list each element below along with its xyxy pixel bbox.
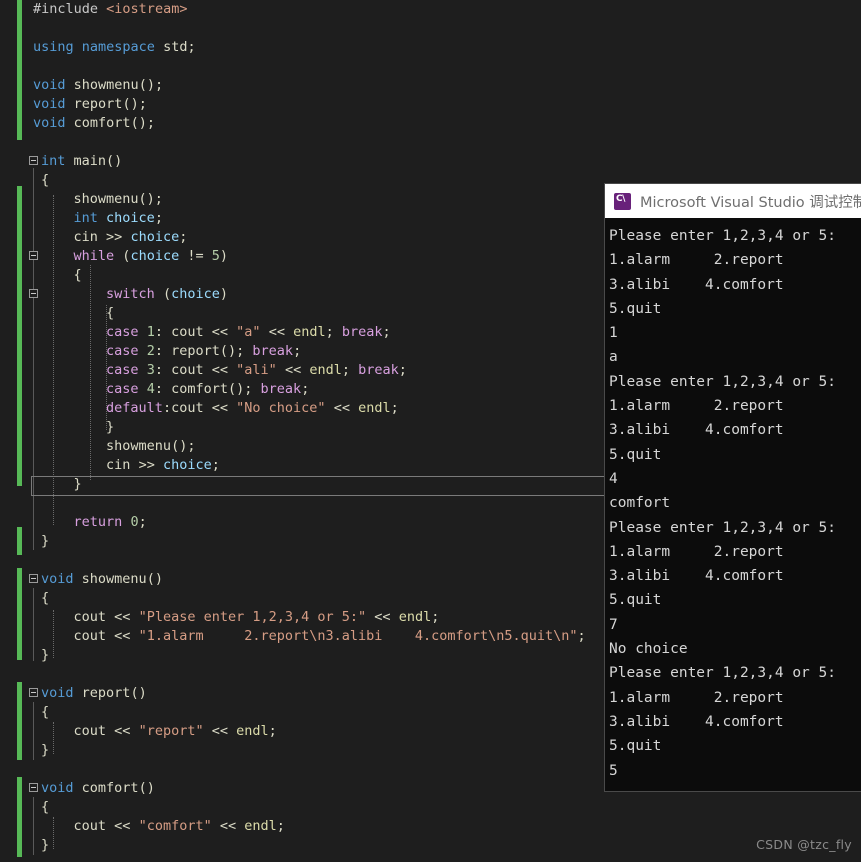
code-line[interactable]: case 3: cout << "ali" << endl; break; <box>41 361 407 380</box>
code-line[interactable]: cout << "1.alarm 2.report\n3.alibi 4.com… <box>41 627 586 646</box>
console-line: 3.alibi 4.comfort <box>609 713 784 730</box>
code-line[interactable]: cin >> choice; <box>41 456 220 475</box>
code-line[interactable]: #include <iostream> <box>33 0 187 19</box>
fold-toggle-comfort[interactable] <box>29 783 38 792</box>
fold-toggle-main[interactable] <box>29 156 38 165</box>
code-line[interactable]: while (choice != 5) <box>41 247 229 266</box>
console-line: Please enter 1,2,3,4 or 5: <box>609 228 836 244</box>
fold-toggle-report[interactable] <box>29 688 38 697</box>
console-line: Please enter 1,2,3,4 or 5: <box>609 519 836 536</box>
console-line: 1.alarm 2.report <box>609 689 784 706</box>
code-line[interactable]: showmenu(); <box>41 437 195 456</box>
code-line[interactable]: case 2: report(); break; <box>41 342 301 361</box>
change-bar <box>17 568 22 660</box>
code-line[interactable]: void comfort() <box>41 779 155 798</box>
console-line: 7 <box>609 616 618 633</box>
console-line: 5.quit <box>609 738 662 755</box>
fold-guide <box>33 797 34 855</box>
console-line: 4 <box>609 470 618 487</box>
console-output: Please enter 1,2,3,4 or 5: 1.alarm 2.repo… <box>605 218 861 791</box>
code-line[interactable]: { <box>41 171 49 190</box>
code-line[interactable]: cout << "report" << endl; <box>41 722 277 741</box>
code-line[interactable]: showmenu(); <box>41 190 163 209</box>
fold-guide <box>33 702 34 760</box>
console-line: 3.alibi 4.comfort <box>609 422 784 439</box>
console-line: 1.alarm 2.report <box>609 543 784 560</box>
fold-guide <box>33 588 34 661</box>
console-title-text: Microsoft Visual Studio 调试控制 <box>640 194 861 211</box>
code-line[interactable]: using namespace std; <box>33 38 196 57</box>
code-line[interactable]: } <box>41 741 49 760</box>
code-line[interactable]: { <box>41 703 49 722</box>
console-line: 5.quit <box>609 300 662 317</box>
code-line[interactable]: void report() <box>41 684 147 703</box>
change-bar <box>17 0 22 140</box>
console-line: 5.quit <box>609 592 662 609</box>
code-line[interactable]: void report(); <box>33 95 147 114</box>
code-line[interactable]: return 0; <box>41 513 147 532</box>
code-line[interactable]: case 1: cout << "a" << endl; break; <box>41 323 391 342</box>
code-line[interactable]: } <box>41 646 49 665</box>
code-line[interactable]: int choice; <box>41 209 163 228</box>
code-line[interactable]: void showmenu(); <box>33 76 163 95</box>
console-line: a <box>609 349 618 366</box>
change-bar <box>17 186 22 486</box>
console-line: Please enter 1,2,3,4 or 5: <box>609 373 836 390</box>
console-line: 5.quit <box>609 446 662 463</box>
console-title-bar[interactable]: Microsoft Visual Studio 调试控制 <box>605 184 861 218</box>
console-line: 1 <box>609 325 618 342</box>
code-line[interactable]: } <box>41 475 82 494</box>
console-line: 1.alarm 2.report <box>609 252 784 269</box>
console-line: Please enter 1,2,3,4 or 5: <box>609 665 836 682</box>
watermark: CSDN @tzc_fly <box>756 837 852 852</box>
fold-toggle-while[interactable] <box>29 251 38 260</box>
code-line[interactable]: { <box>41 798 49 817</box>
code-line[interactable]: int main() <box>41 152 122 171</box>
code-line[interactable]: default:cout << "No choice" << endl; <box>41 399 399 418</box>
code-line[interactable]: { <box>41 266 82 285</box>
code-line[interactable]: { <box>41 304 114 323</box>
console-line: 3.alibi 4.comfort <box>609 568 784 585</box>
console-line: 5 <box>609 762 618 779</box>
change-bar <box>17 777 22 857</box>
code-line[interactable]: { <box>41 589 49 608</box>
change-bar <box>17 682 22 760</box>
console-line: No choice <box>609 641 688 658</box>
console-line: comfort <box>609 495 671 512</box>
code-line[interactable]: } <box>41 532 49 551</box>
code-line[interactable]: cout << "Please enter 1,2,3,4 or 5:" << … <box>41 608 440 627</box>
fold-toggle-showmenu[interactable] <box>29 574 38 583</box>
debug-console-window[interactable]: Microsoft Visual Studio 调试控制 Please ente… <box>604 183 861 792</box>
code-line[interactable]: cin >> choice; <box>41 228 188 247</box>
code-line[interactable]: void comfort(); <box>33 114 155 133</box>
console-line: 3.alibi 4.comfort <box>609 276 784 293</box>
code-line[interactable]: switch (choice) <box>41 285 228 304</box>
console-line: 1.alarm 2.report <box>609 398 784 415</box>
visual-studio-icon <box>614 192 631 210</box>
code-line[interactable]: cout << "comfort" << endl; <box>41 817 285 836</box>
code-line[interactable]: } <box>41 418 114 437</box>
code-line[interactable]: case 4: comfort(); break; <box>41 380 309 399</box>
code-line[interactable]: void showmenu() <box>41 570 163 589</box>
fold-toggle-switch[interactable] <box>29 289 38 298</box>
change-bar <box>17 527 22 555</box>
code-line[interactable]: } <box>41 836 49 855</box>
